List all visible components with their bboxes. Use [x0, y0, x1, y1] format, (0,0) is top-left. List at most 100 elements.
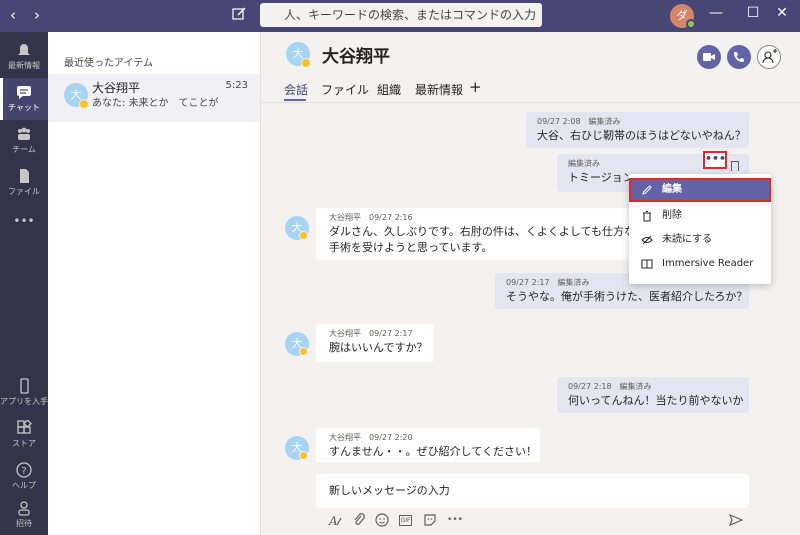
close-icon[interactable]: ✕	[772, 5, 792, 21]
help-icon: ?	[16, 462, 32, 478]
rail-label-store: ストア	[12, 439, 36, 448]
trash-icon	[643, 211, 651, 222]
menu-item-label: 編集	[662, 184, 682, 195]
rail-item-more[interactable]: •••	[0, 210, 48, 252]
away-clock-icon	[299, 231, 308, 240]
message-context-menu: 編集 削除 未読にする Immersive Reader	[629, 174, 771, 284]
message-meta: 大谷翔平 09/27 2:20	[329, 433, 413, 442]
app-rail: 最新情報 チャット チーム ファイル ••• アプリを入手 ストア ? ヘルプ …	[0, 32, 48, 535]
rail-label-teams: チーム	[12, 145, 36, 154]
away-clock-icon	[299, 347, 308, 356]
phone-device-icon	[20, 378, 29, 394]
title-bar: ‹ › 人、キーワードの検索、またはコマンドの入力 ダ — ☐ ✕	[0, 0, 800, 32]
menu-item-mark-unread[interactable]: 未読にする	[629, 228, 771, 252]
search-input[interactable]: 人、キーワードの検索、またはコマンドの入力	[260, 3, 542, 27]
video-call-button[interactable]	[697, 45, 721, 69]
message-bubble[interactable]: 大谷翔平 09/27 2:17 腕はいいんですか？	[316, 324, 434, 362]
more-apps-icon: •••	[13, 214, 35, 228]
menu-item-label: 削除	[662, 210, 682, 221]
sticker-icon[interactable]	[422, 512, 438, 528]
teams-icon	[18, 127, 30, 140]
add-people-button[interactable]	[757, 45, 781, 69]
immersive-reader-icon	[641, 259, 653, 269]
add-tab-button[interactable]: +	[469, 78, 482, 96]
chat-list-panel: 最近使ったアイテム 大 大谷翔平 あなた: 未来とか てことが 5:23	[48, 32, 260, 535]
compose-icon[interactable]	[231, 6, 247, 22]
tab-activity[interactable]: 最新情報	[415, 81, 463, 98]
chat-list-item[interactable]: 大 大谷翔平 あなた: 未来とか てことが 5:23	[48, 74, 260, 122]
message-bubble[interactable]: 大谷翔平 09/27 2:20 すんません・・。ぜひ紹介してください！	[316, 428, 540, 462]
header-divider	[261, 102, 800, 103]
tab-files[interactable]: ファイル	[321, 81, 369, 98]
message-text: 手術を受けようと思っています。	[329, 241, 493, 254]
menu-item-delete[interactable]: 削除	[629, 204, 771, 228]
message-text: すんません・・。ぜひ紹介してください！	[329, 445, 538, 458]
away-clock-icon	[301, 58, 311, 68]
message-text: ダルさん、久しぶりです。右肘の件は、くよくよしても仕方ないので	[329, 225, 629, 238]
message-compose-input[interactable]: 新しいメッセージの入力	[316, 474, 749, 508]
bell-icon	[18, 44, 30, 55]
phone-icon	[734, 52, 744, 62]
rail-item-get-app[interactable]: アプリを入手	[0, 372, 48, 414]
message-bubble[interactable]: 大谷翔平 09/27 2:16 ダルさん、久しぶりです。右肘の件は、くよくよして…	[316, 208, 629, 260]
forward-arrow-icon[interactable]: ›	[28, 6, 46, 24]
emoji-icon[interactable]	[374, 512, 390, 528]
active-tab-indicator	[284, 99, 306, 101]
recent-header: 最近使ったアイテム	[64, 58, 153, 69]
message-bubble[interactable]: 09/27 2:08 編集済み 大谷、右ひじ靭帯のほうはどないやねん？	[526, 112, 749, 148]
conversation-pane: 大 大谷翔平 会話 ファイル 組織 最新情報 + 09/27 2:08 編集済み…	[260, 32, 800, 535]
rail-label-help: ヘルプ	[12, 481, 36, 490]
back-arrow-icon[interactable]: ‹	[4, 6, 22, 24]
rail-item-activity[interactable]: 最新情報	[0, 36, 48, 78]
rail-label-get-app: アプリを入手	[0, 397, 48, 406]
rail-label-invite: 招待	[16, 519, 32, 528]
menu-item-edit[interactable]: 編集	[629, 178, 771, 202]
rail-label-activity: 最新情報	[8, 61, 40, 70]
rail-item-chat[interactable]: チャット	[0, 78, 48, 120]
rail-item-invite[interactable]: 招待	[0, 494, 48, 535]
svg-text:?: ?	[21, 466, 26, 477]
rail-item-store[interactable]: ストア	[0, 414, 48, 456]
message-meta: 09/27 2:18 編集済み	[568, 382, 652, 391]
rail-item-files[interactable]: ファイル	[0, 162, 48, 204]
rail-item-teams[interactable]: チーム	[0, 120, 48, 162]
more-options-button[interactable]: •••	[703, 151, 727, 169]
message-meta: 09/27 2:08 編集済み	[537, 117, 621, 126]
more-options-icon[interactable]: •••	[447, 512, 463, 528]
rail-item-help[interactable]: ? ヘルプ	[0, 456, 48, 498]
message-text: 大谷、右ひじ靭帯のほうはどないやねん？	[537, 129, 746, 142]
maximize-icon[interactable]: ☐	[743, 5, 763, 21]
minimize-icon[interactable]: —	[706, 5, 726, 21]
message-bubble[interactable]: 09/27 2:18 編集済み 何いってんねん！当たり前やないか	[557, 377, 749, 413]
chat-time: 5:23	[225, 80, 248, 91]
chat-preview: あなた: 未来とか てことが	[92, 98, 219, 109]
tab-org[interactable]: 組織	[377, 81, 401, 98]
menu-item-immersive-reader[interactable]: Immersive Reader	[629, 252, 771, 276]
audio-call-button[interactable]	[727, 45, 751, 69]
file-icon	[20, 169, 29, 183]
pencil-icon	[642, 185, 652, 195]
gif-icon[interactable]: GIF	[399, 515, 412, 526]
message-meta: 大谷翔平 09/27 2:16	[329, 213, 413, 222]
message-text: 何いってんねん！当たり前やないか	[568, 394, 744, 407]
svg-text:A: A	[328, 514, 338, 528]
message-text: 腕はいいんですか？	[329, 341, 428, 354]
attach-icon[interactable]	[351, 512, 367, 528]
format-icon[interactable]: A	[327, 512, 343, 528]
available-status-icon	[686, 19, 696, 29]
send-icon[interactable]	[728, 512, 744, 528]
mark-unread-icon	[641, 235, 653, 245]
invite-icon	[18, 501, 30, 516]
away-clock-icon	[79, 99, 89, 109]
page-title: 大谷翔平	[322, 47, 390, 67]
rail-label-files: ファイル	[8, 187, 40, 196]
bookmark-icon[interactable]	[731, 161, 739, 171]
message-meta: 大谷翔平 09/27 2:17	[329, 329, 413, 338]
store-icon	[17, 420, 32, 434]
away-clock-icon	[299, 451, 308, 460]
menu-item-label: 未読にする	[662, 234, 713, 245]
add-person-icon	[762, 49, 777, 64]
tab-conversation[interactable]: 会話	[284, 81, 308, 98]
menu-item-label: Immersive Reader	[662, 258, 754, 269]
message-text: そうやな。俺が手術うけた、医者紹介したろか？	[506, 290, 748, 303]
